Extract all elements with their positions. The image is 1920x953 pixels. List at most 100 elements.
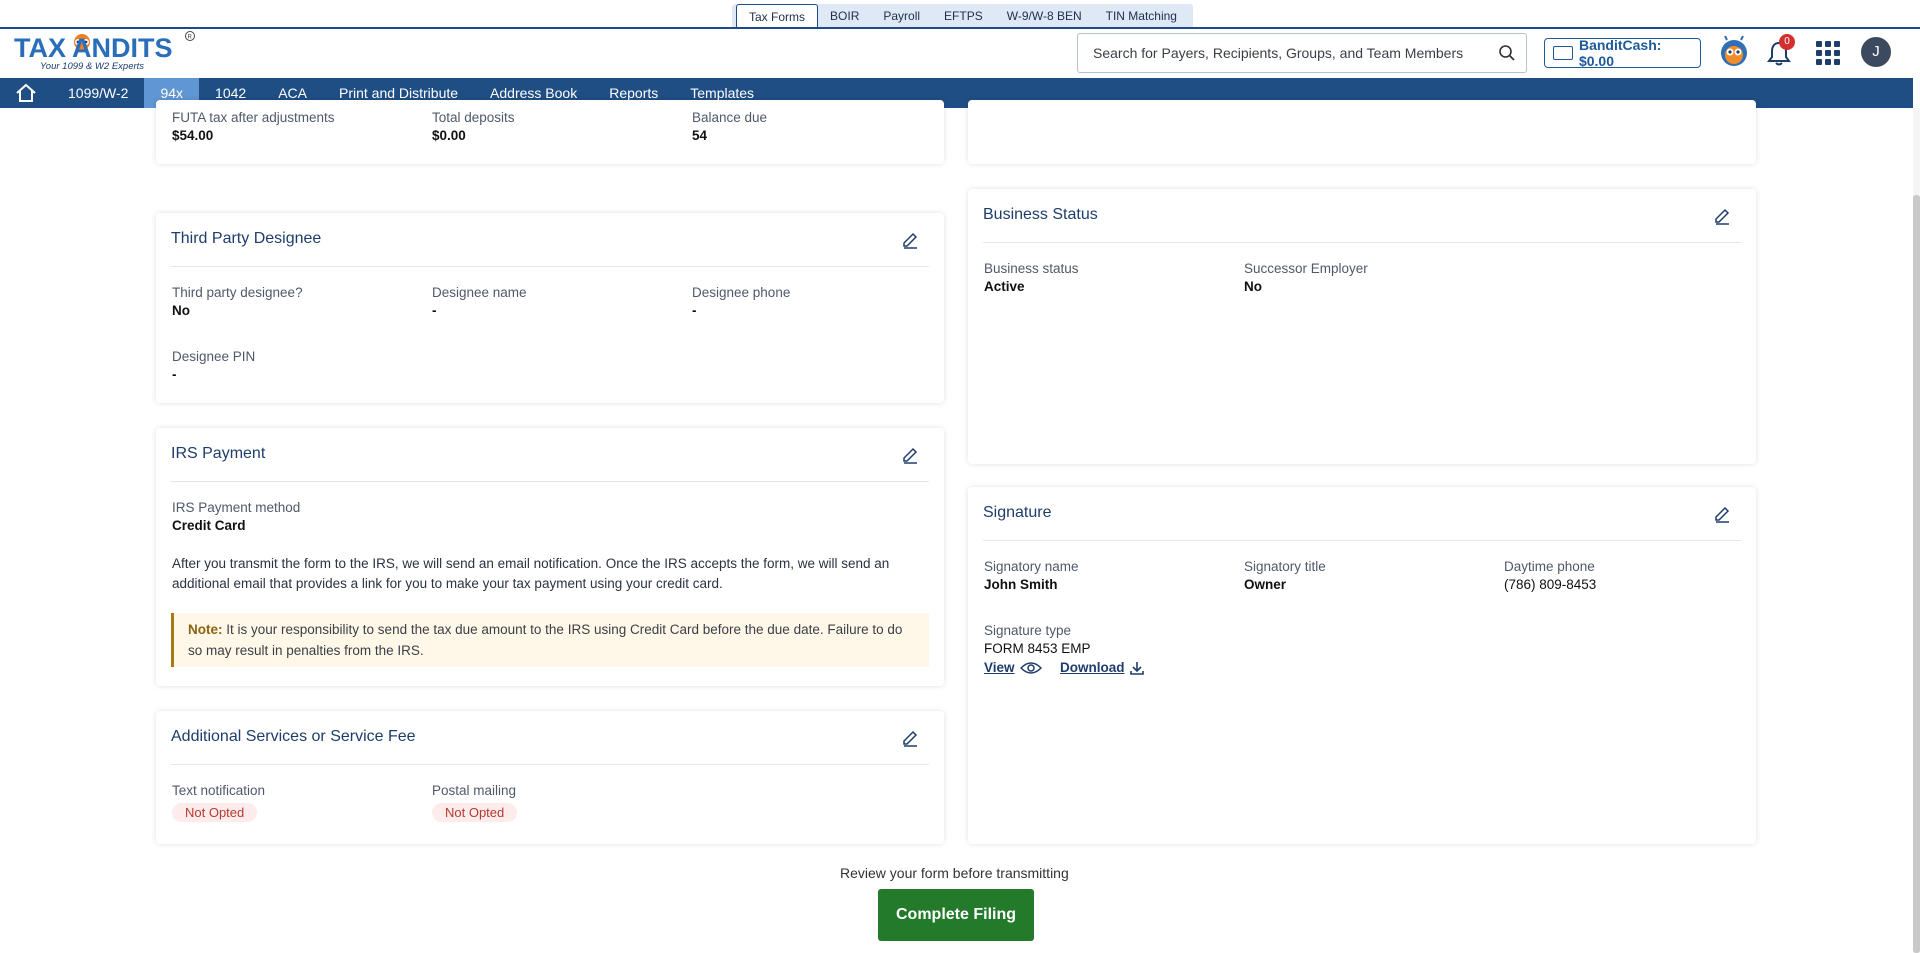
field-value: No [172, 303, 190, 318]
svg-text:ANDITS: ANDITS [72, 33, 173, 63]
text-notification-field: Text notification Not Opted [172, 783, 265, 822]
complete-filing-button[interactable]: Complete Filing [878, 889, 1034, 941]
card-title: Signature [983, 504, 1052, 521]
svg-text:TAX: TAX [14, 33, 66, 63]
designee-name-field: Designee name - [432, 285, 527, 318]
edit-icon[interactable] [901, 231, 919, 249]
field-value: - [432, 303, 437, 318]
designee-pin-field: Designee PIN - [172, 349, 255, 382]
balance-due-field: Balance due 54 [692, 110, 767, 143]
total-deposits-value: $0.00 [432, 128, 466, 143]
field-label: Signature type [984, 623, 1072, 638]
field-value: - [172, 367, 177, 382]
field-label: Designee phone [692, 285, 791, 300]
field-label: Postal mailing [432, 783, 517, 798]
tab-eftps[interactable]: EFTPS [932, 4, 995, 28]
search-input[interactable] [1078, 34, 1478, 72]
field-label: Signatory title [1244, 559, 1326, 574]
tab-w9-w8ben[interactable]: W-9/W-8 BEN [995, 4, 1094, 28]
payment-note: Note: It is your responsibility to send … [171, 613, 929, 667]
status-badge: Not Opted [432, 803, 518, 822]
field-value: - [692, 303, 697, 318]
futa-tax-label: FUTA tax after adjustments [172, 110, 335, 125]
header-divider [0, 27, 1920, 29]
futa-tax-value: $54.00 [172, 128, 214, 143]
status-badge: Not Opted [172, 803, 258, 822]
third-party-designee-card: Third Party Designee Third party designe… [156, 213, 944, 403]
total-deposits-label: Total deposits [432, 110, 515, 125]
edit-icon[interactable] [1713, 505, 1731, 523]
tab-tax-forms[interactable]: Tax Forms [736, 4, 819, 28]
view-label: View [984, 660, 1015, 675]
tab-tin-matching[interactable]: TIN Matching [1094, 4, 1189, 28]
field-label: Designee name [432, 285, 527, 300]
field-value: John Smith [984, 577, 1058, 592]
signature-actions: View Download [984, 659, 1145, 677]
business-status-card: Business Status Business status Active S… [968, 189, 1756, 464]
user-avatar[interactable]: J [1861, 37, 1891, 67]
owl-assistant-icon[interactable] [1717, 34, 1751, 68]
field-value: (786) 809-8453 [1504, 577, 1597, 592]
card-header: IRS Payment [171, 428, 929, 482]
download-link[interactable]: Download [1060, 660, 1146, 676]
total-deposits-field: Total deposits $0.00 [432, 110, 515, 143]
right-top-card [968, 100, 1756, 164]
edit-icon[interactable] [901, 446, 919, 464]
field-label: IRS Payment method [172, 500, 301, 515]
field-label: Signatory name [984, 559, 1079, 574]
field-value: Active [984, 279, 1025, 294]
download-icon [1130, 661, 1145, 675]
card-header: Business Status [983, 189, 1741, 243]
third-party-designee-field: Third party designee? No [172, 285, 303, 318]
field-label: Daytime phone [1504, 559, 1595, 574]
signature-card: Signature Signatory name John Smith Sign… [968, 487, 1756, 844]
daytime-phone-field: Daytime phone (786) 809-8453 [1504, 559, 1596, 592]
field-label: Designee PIN [172, 349, 256, 364]
field-label: Business status [984, 261, 1079, 276]
card-header: Signature [983, 487, 1741, 541]
postal-mailing-field: Postal mailing Not Opted [432, 783, 518, 822]
futa-tax-field: FUTA tax after adjustments $54.00 [172, 110, 335, 143]
scrollbar-thumb[interactable] [1913, 195, 1920, 953]
field-value: Owner [1244, 577, 1287, 592]
home-icon [16, 83, 36, 102]
view-link[interactable]: View [984, 660, 1042, 675]
irs-payment-card: IRS Payment IRS Payment method Credit Ca… [156, 428, 944, 686]
nav-item-1099-w2[interactable]: 1099/W-2 [52, 78, 144, 108]
note-label: Note: [188, 622, 223, 637]
field-value: No [1244, 279, 1262, 294]
global-search [1077, 33, 1527, 73]
business-status-field: Business status Active [984, 261, 1079, 294]
balance-due-value: 54 [692, 128, 708, 143]
field-value: FORM 8453 EMP [984, 641, 1091, 656]
apps-grid-icon[interactable] [1816, 41, 1840, 65]
card-title: Additional Services or Service Fee [171, 728, 416, 745]
bandit-cash-button[interactable]: BanditCash: $0.00 [1544, 37, 1701, 69]
field-label: Text notification [172, 783, 266, 798]
field-value: Credit Card [172, 518, 246, 533]
successor-employer-field: Successor Employer No [1244, 261, 1368, 294]
home-button[interactable] [0, 78, 52, 108]
futa-summary-card: FUTA tax after adjustments $54.00 Total … [156, 100, 944, 164]
search-icon[interactable] [1498, 44, 1516, 62]
payment-method-field: IRS Payment method Credit Card [172, 500, 300, 533]
signatory-name-field: Signatory name John Smith [984, 559, 1079, 592]
edit-icon[interactable] [901, 729, 919, 747]
notification-count-badge: 0 [1779, 34, 1795, 50]
tab-payroll[interactable]: Payroll [871, 4, 932, 28]
balance-due-label: Balance due [692, 110, 768, 125]
tab-boir[interactable]: BOIR [818, 4, 871, 28]
card-title: IRS Payment [171, 445, 266, 462]
field-label: Third party designee? [172, 285, 303, 300]
svg-text:R: R [188, 35, 193, 41]
note-text: It is your responsibility to send the ta… [188, 622, 903, 658]
card-header: Third Party Designee [171, 213, 929, 267]
card-title: Third Party Designee [171, 230, 322, 247]
signatory-title-field: Signatory title Owner [1244, 559, 1326, 592]
bandit-cash-label: BanditCash: $0.00 [1578, 37, 1662, 69]
download-label: Download [1059, 660, 1125, 675]
additional-services-card: Additional Services or Service Fee Text … [156, 711, 944, 844]
eye-icon [1019, 661, 1042, 674]
edit-icon[interactable] [1713, 207, 1731, 225]
taxbandits-logo[interactable]: TAX ANDITS R Your 1099 & W2 Experts [14, 30, 199, 74]
